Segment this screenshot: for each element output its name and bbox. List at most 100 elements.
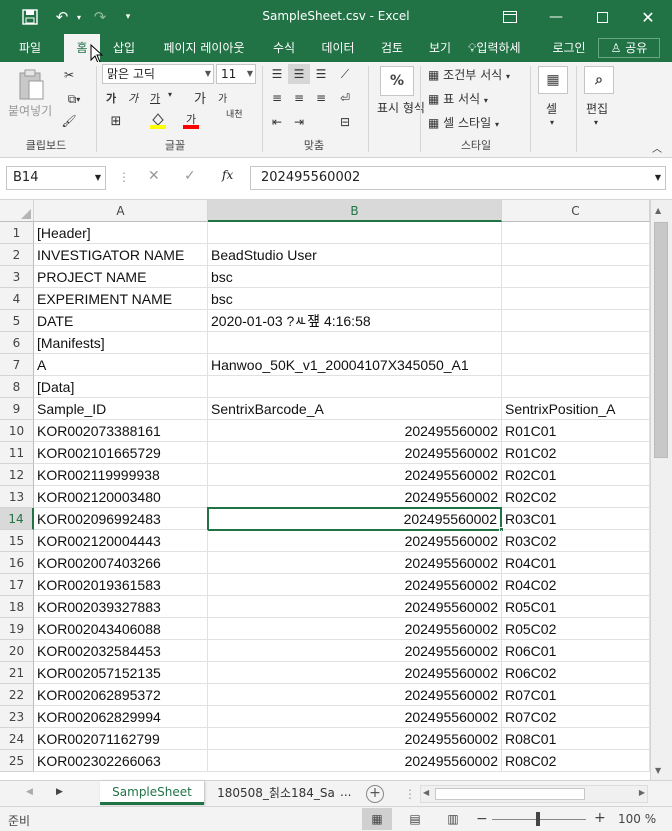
cell-c-row[interactable]: R03C02	[502, 530, 650, 552]
name-box[interactable]: B14 ▼	[6, 166, 106, 190]
maximize-icon[interactable]	[582, 4, 622, 30]
cell-a-row[interactable]: KOR002062829994	[34, 706, 208, 728]
cell-b-row[interactable]: bsc	[208, 266, 502, 288]
cell-c-row[interactable]: R07C02	[502, 706, 650, 728]
cell-b-row[interactable]: 202495560002	[208, 464, 502, 486]
splitter-handle-icon[interactable]: ⋮	[404, 787, 416, 801]
cell-c-row[interactable]: R01C02	[502, 442, 650, 464]
enter-icon[interactable]: ✓	[184, 168, 196, 184]
cell-a-row[interactable]: INVESTIGATOR NAME	[34, 244, 208, 266]
row-header[interactable]: 10	[0, 420, 34, 442]
tab-review[interactable]: 검토	[372, 34, 412, 62]
customize-toolbar-icon[interactable]: ▾	[120, 6, 136, 28]
cell-b-row[interactable]: 202495560002	[208, 728, 502, 750]
cell-c-row[interactable]: R02C02	[502, 486, 650, 508]
cell-c-row[interactable]: R08C01	[502, 728, 650, 750]
redo-icon[interactable]: ↷	[88, 6, 112, 28]
tab-file[interactable]: 파일	[8, 34, 52, 62]
cell-b-row[interactable]: 202495560002	[208, 552, 502, 574]
add-sheet-button[interactable]: +	[366, 785, 384, 803]
cell-a-row[interactable]: KOR002062895372	[34, 684, 208, 706]
minimize-icon[interactable]: —	[536, 4, 576, 30]
copy-icon[interactable]: ⧉ ▾	[60, 90, 88, 108]
row-header[interactable]: 21	[0, 662, 34, 684]
cell-b-row[interactable]: 202495560002	[208, 420, 502, 442]
align-center-icon[interactable]: ≡	[288, 88, 310, 108]
cell-b-row[interactable]: 202495560002	[208, 640, 502, 662]
cell-b-row[interactable]: 202495560002	[208, 684, 502, 706]
sheet-tab-2[interactable]: 180508_칡소184_Sa	[212, 781, 340, 805]
tell-me-box[interactable]: 💡︎입력하세	[468, 34, 544, 62]
cell-a-row[interactable]: KOR002120003480	[34, 486, 208, 508]
cell-c-row[interactable]	[502, 332, 650, 354]
cell-b-row[interactable]	[208, 376, 502, 398]
underline-dropdown-icon[interactable]: ▾	[168, 90, 172, 99]
zoom-level[interactable]: 100 %	[618, 812, 656, 826]
cell-c-row[interactable]	[502, 376, 650, 398]
cell-b-row[interactable]: 202495560002	[208, 486, 502, 508]
cell-b-row[interactable]: 2020-01-03 ?ㅻ쟾 4:16:58	[208, 310, 502, 332]
cell-b-row[interactable]: SentrixBarcode_A	[208, 398, 502, 420]
cell-styles-button[interactable]: ▦ 셀 스타일 ▾	[428, 114, 499, 131]
fill-color-icon[interactable]	[146, 110, 170, 130]
zoom-out-icon[interactable]: −	[476, 811, 488, 827]
align-middle-icon[interactable]: ☰	[288, 64, 310, 84]
cell-a-row[interactable]: KOR002057152135	[34, 662, 208, 684]
format-as-table-button[interactable]: ▦ 표 서식 ▾	[428, 90, 488, 107]
next-sheet-icon[interactable]: ▶	[56, 787, 63, 797]
cell-b-row[interactable]: 202495560002	[208, 596, 502, 618]
cell-c-row[interactable]: R08C02	[502, 750, 650, 772]
scroll-down-icon[interactable]: ▼	[655, 766, 661, 775]
cell-a-row[interactable]: KOR002302266063	[34, 750, 208, 772]
cell-a-row[interactable]: [Header]	[34, 222, 208, 244]
cell-b-row[interactable]	[208, 332, 502, 354]
ribbon-display-options-icon[interactable]	[490, 4, 530, 30]
bold-button[interactable]: 가	[106, 90, 116, 106]
search-icon[interactable]: ⌕	[584, 66, 614, 94]
font-size-combo[interactable]: 11 ▼	[216, 64, 256, 84]
conditional-format-button[interactable]: ▦ 조건부 서식 ▾	[428, 66, 510, 83]
row-header[interactable]: 22	[0, 684, 34, 706]
scroll-up-icon[interactable]: ▲	[655, 206, 661, 215]
cell-b-row[interactable]: 202495560002	[208, 442, 502, 464]
shrink-font-button[interactable]: 가	[218, 90, 227, 105]
cell-c-row[interactable]: R03C01	[502, 508, 650, 530]
row-header[interactable]: 5	[0, 310, 34, 332]
row-header[interactable]: 4	[0, 288, 34, 310]
horizontal-scroll-thumb[interactable]	[435, 788, 585, 800]
save-icon[interactable]	[18, 6, 42, 28]
cell-a-row[interactable]: [Data]	[34, 376, 208, 398]
cell-b-row[interactable]: bsc	[208, 288, 502, 310]
paste-icon[interactable]	[14, 68, 48, 102]
prev-sheet-icon[interactable]: ◀	[26, 787, 33, 797]
cell-c-row[interactable]: SentrixPosition_A	[502, 398, 650, 420]
cut-icon[interactable]: ✂	[60, 66, 78, 84]
cell-a-row[interactable]: KOR002073388161	[34, 420, 208, 442]
row-header[interactable]: 24	[0, 728, 34, 750]
signin-link[interactable]: 로그인	[548, 34, 590, 62]
number-format-label[interactable]: 표시 형식	[376, 100, 426, 116]
cell-b-row[interactable]: 202495560002	[208, 706, 502, 728]
row-header[interactable]: 18	[0, 596, 34, 618]
more-sheets-button[interactable]: ...	[340, 781, 358, 805]
row-header[interactable]: 14	[0, 508, 34, 530]
cell-c-row[interactable]	[502, 222, 650, 244]
tab-insert[interactable]: 삽입	[104, 34, 144, 62]
cancel-icon[interactable]: ✕	[148, 168, 160, 184]
cell-c-row[interactable]: R02C01	[502, 464, 650, 486]
chevron-down-icon[interactable]: ▾	[594, 118, 598, 127]
tab-formulas[interactable]: 수식	[264, 34, 304, 62]
decrease-indent-icon[interactable]: ⇤	[266, 112, 288, 132]
close-icon[interactable]: ✕	[628, 4, 668, 30]
number-format-button[interactable]: %	[380, 66, 414, 96]
cell-a-row[interactable]: EXPERIMENT NAME	[34, 288, 208, 310]
wrap-text-icon[interactable]: ⏎	[334, 88, 356, 108]
chevron-down-icon[interactable]: ▾	[550, 118, 554, 127]
cell-b-row[interactable]: 202495560002	[208, 618, 502, 640]
cell-c-row[interactable]: R07C01	[502, 684, 650, 706]
borders-icon[interactable]: ⊞	[104, 112, 128, 130]
scroll-left-icon[interactable]: ◀	[423, 788, 429, 797]
insert-function-icon[interactable]: fx	[222, 168, 233, 182]
cell-a-row[interactable]: [Manifests]	[34, 332, 208, 354]
cell-a-row[interactable]: KOR002039327883	[34, 596, 208, 618]
